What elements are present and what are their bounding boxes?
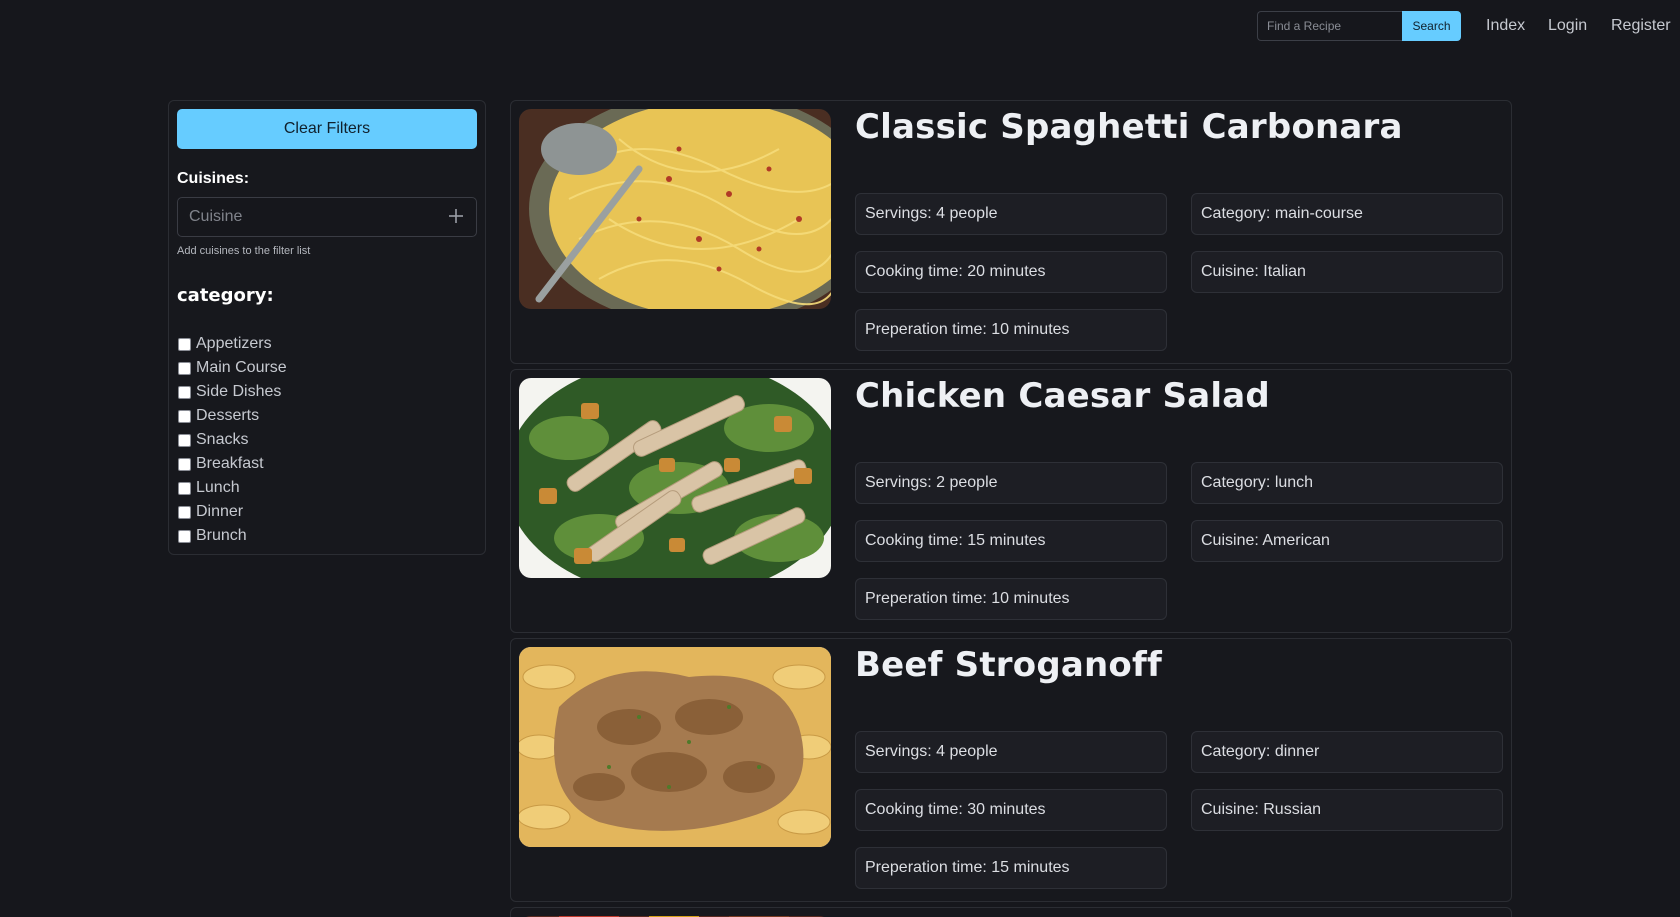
cuisine-info: Cuisine: Italian <box>1191 251 1503 293</box>
recipe-image[interactable] <box>519 647 831 847</box>
caesar-salad-image <box>519 378 831 578</box>
search-input[interactable] <box>1257 11 1402 41</box>
cuisine-input[interactable] <box>178 198 438 236</box>
filter-sidebar: Clear Filters Cuisines: Add cuisines to … <box>168 100 486 555</box>
cuisine-help-text: Add cuisines to the filter list <box>177 245 311 257</box>
category-checklist: Appetizers Main Course Side Dishes Desse… <box>178 332 287 548</box>
category-option-appetizers[interactable]: Appetizers <box>178 332 287 356</box>
recipe-title[interactable]: Chicken Caesar Salad <box>855 376 1270 416</box>
prep-time-info: Preperation time: 10 minutes <box>855 309 1167 351</box>
recipe-list: Classic Spaghetti Carbonara Servings: 4 … <box>510 100 1512 917</box>
checkbox[interactable] <box>178 433 191 447</box>
nav-link-index[interactable]: Index <box>1486 17 1525 35</box>
recipe-image[interactable] <box>519 109 831 309</box>
recipe-card-partial[interactable] <box>510 907 1512 917</box>
checkbox[interactable] <box>178 505 191 519</box>
category-option-main-course[interactable]: Main Course <box>178 356 287 380</box>
checkbox[interactable] <box>178 385 191 399</box>
checkbox[interactable] <box>178 361 191 375</box>
recipe-image[interactable] <box>519 378 831 578</box>
category-option-lunch[interactable]: Lunch <box>178 476 287 500</box>
checkbox[interactable] <box>178 337 191 351</box>
cooking-time-info: Cooking time: 15 minutes <box>855 520 1167 562</box>
cuisine-info: Cuisine: Russian <box>1191 789 1503 831</box>
category-option-dinner[interactable]: Dinner <box>178 500 287 524</box>
cuisines-heading: Cuisines: <box>177 170 250 187</box>
top-navbar: Search Index Login Register <box>0 0 1680 54</box>
recipe-title[interactable]: Beef Stroganoff <box>855 645 1162 685</box>
category-info: Category: lunch <box>1191 462 1503 504</box>
category-option-label: Lunch <box>196 479 240 496</box>
plus-icon[interactable] <box>446 206 466 226</box>
recipe-search: Search <box>1257 11 1461 41</box>
search-button[interactable]: Search <box>1402 11 1461 41</box>
prep-time-info: Preperation time: 15 minutes <box>855 847 1167 889</box>
category-info: Category: main-course <box>1191 193 1503 235</box>
category-option-desserts[interactable]: Desserts <box>178 404 287 428</box>
category-heading: category: <box>177 285 274 306</box>
checkbox[interactable] <box>178 457 191 471</box>
category-option-side-dishes[interactable]: Side Dishes <box>178 380 287 404</box>
servings-info: Servings: 2 people <box>855 462 1167 504</box>
checkbox[interactable] <box>178 529 191 543</box>
cuisine-info: Cuisine: American <box>1191 520 1503 562</box>
recipe-card[interactable]: Beef Stroganoff Servings: 4 people Categ… <box>510 638 1512 902</box>
checkbox[interactable] <box>178 481 191 495</box>
category-option-label: Side Dishes <box>196 383 282 400</box>
category-option-label: Brunch <box>196 527 247 544</box>
category-option-label: Main Course <box>196 359 287 376</box>
prep-time-info: Preperation time: 10 minutes <box>855 578 1167 620</box>
nav-link-login[interactable]: Login <box>1548 17 1587 35</box>
nav-link-register[interactable]: Register <box>1611 17 1671 35</box>
category-option-breakfast[interactable]: Breakfast <box>178 452 287 476</box>
category-option-brunch[interactable]: Brunch <box>178 524 287 548</box>
cooking-time-info: Cooking time: 20 minutes <box>855 251 1167 293</box>
category-option-label: Dinner <box>196 503 244 520</box>
recipe-title[interactable]: Classic Spaghetti Carbonara <box>855 107 1403 147</box>
clear-filters-button[interactable]: Clear Filters <box>177 109 477 149</box>
category-option-label: Snacks <box>196 431 249 448</box>
servings-info: Servings: 4 people <box>855 193 1167 235</box>
servings-info: Servings: 4 people <box>855 731 1167 773</box>
category-info: Category: dinner <box>1191 731 1503 773</box>
category-option-snacks[interactable]: Snacks <box>178 428 287 452</box>
spaghetti-image <box>519 109 831 309</box>
cuisine-field <box>177 197 477 237</box>
beef-stroganoff-image <box>519 647 831 847</box>
checkbox[interactable] <box>178 409 191 423</box>
category-option-label: Desserts <box>196 407 260 424</box>
recipe-card[interactable]: Chicken Caesar Salad Servings: 2 people … <box>510 369 1512 633</box>
category-option-label: Appetizers <box>196 335 272 352</box>
cooking-time-info: Cooking time: 30 minutes <box>855 789 1167 831</box>
recipe-card[interactable]: Classic Spaghetti Carbonara Servings: 4 … <box>510 100 1512 364</box>
category-option-label: Breakfast <box>196 455 264 472</box>
